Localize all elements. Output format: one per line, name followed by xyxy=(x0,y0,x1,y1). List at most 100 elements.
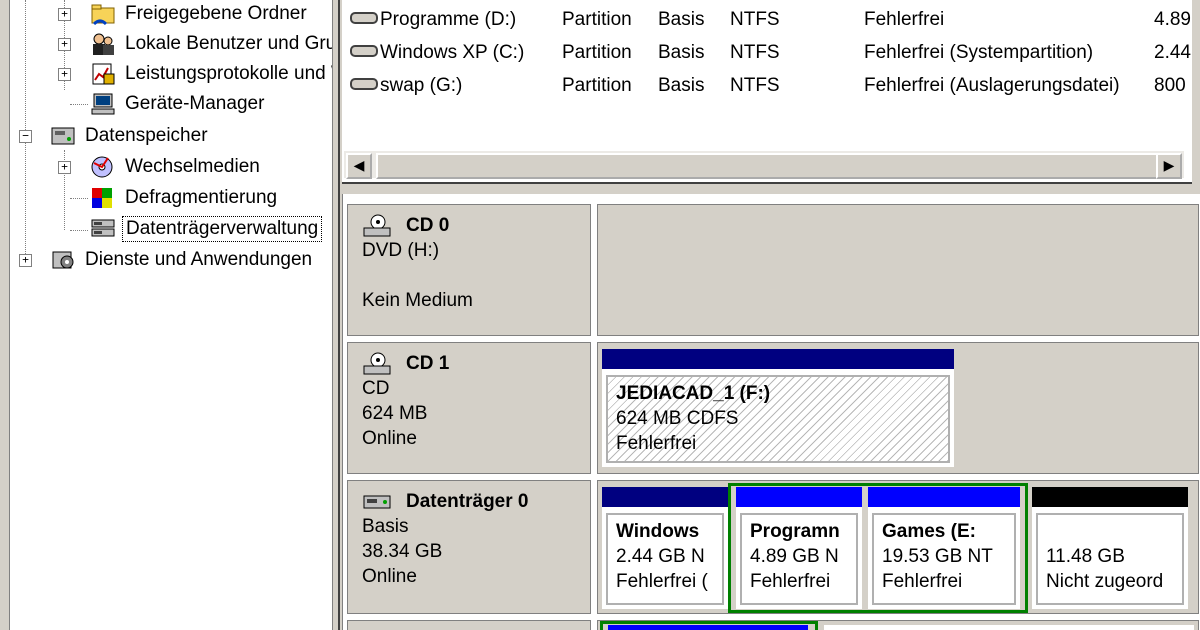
partition-name: Programn xyxy=(750,521,840,542)
tree-item-label: Datenträgerverwaltung xyxy=(122,216,323,242)
volume-name: Programme (D:) xyxy=(380,9,517,30)
volume-row[interactable]: swap (G:) Partition Basis NTFS Fehlerfre… xyxy=(342,71,1192,101)
partition-programme[interactable]: Programn 4.89 GB N Fehlerfrei xyxy=(736,487,862,609)
tree-item-shared-folders[interactable]: Freigegebene Ordner xyxy=(90,0,310,29)
partition-bar xyxy=(736,487,862,507)
disk-type: CD xyxy=(362,378,390,399)
volume-type: Basis xyxy=(658,75,705,96)
tree-item-services[interactable]: Dienste und Anwendungen xyxy=(50,245,315,275)
scroll-right-button[interactable]: ▶ xyxy=(1156,153,1182,179)
volume-type: Basis xyxy=(658,9,705,30)
volume-fs: NTFS xyxy=(730,75,780,96)
disk-row-cd1: CD 1 CD 624 MB Online JEDIACAD_1 (F:) 62… xyxy=(343,342,1200,474)
disk-area: JEDIACAD_1 (F:) 624 MB CDFS Fehlerfrei xyxy=(597,342,1199,474)
disk-size: 624 MB xyxy=(362,403,428,424)
expand-toggle[interactable]: + xyxy=(58,161,71,174)
tree-item-label: Defragmentierung xyxy=(125,187,278,208)
partition-bar xyxy=(868,487,1020,507)
partition-unallocated[interactable]: 11.48 GB Nicht zugeord xyxy=(1032,487,1188,609)
pane-splitter[interactable] xyxy=(342,182,1192,190)
volume-row[interactable]: Programme (D:) Partition Basis NTFS Fehl… xyxy=(342,5,1192,35)
volume-status: Fehlerfrei (Auslagerungsdatei) xyxy=(864,75,1120,96)
scroll-thumb[interactable] xyxy=(376,153,1172,179)
volume-list: Programme (D:) Partition Basis NTFS Fehl… xyxy=(342,0,1192,182)
console-tree: + Freigegebene Ordner + Lokale Benutzer … xyxy=(0,0,333,630)
partition-status: Nicht zugeord xyxy=(1046,571,1164,592)
tree-guide-line xyxy=(70,104,88,105)
tree-item-label: Lokale Benutzer und Gruppen xyxy=(125,33,332,54)
disk-status: Online xyxy=(362,428,417,449)
horizontal-scrollbar[interactable]: ◀ ▶ xyxy=(344,150,1184,179)
expand-toggle[interactable]: + xyxy=(58,68,71,81)
disk-area: Windows 2.44 GB N Fehlerfrei ( Programn … xyxy=(597,480,1199,614)
volume-name: swap (G:) xyxy=(380,75,463,96)
partition-games[interactable]: Games (E: 19.53 GB NT Fehlerfrei xyxy=(868,487,1020,609)
disk-graphical-view: CD 0 DVD (H:) Kein Medium CD 1 CD 624 MB… xyxy=(342,194,1200,630)
defrag-icon xyxy=(90,186,116,210)
disk-label[interactable]: CD 1 CD 624 MB Online xyxy=(347,342,591,474)
tree-item-removable-media[interactable]: Wechselmedien xyxy=(90,152,263,182)
disk-size: 38.34 GB xyxy=(362,541,443,562)
collapse-toggle[interactable]: − xyxy=(19,130,32,143)
tree-item-defrag[interactable]: Defragmentierung xyxy=(90,183,280,213)
tree-item-label: Freigegebene Ordner xyxy=(125,3,307,24)
partition-status: Fehlerfrei xyxy=(750,571,831,592)
expand-toggle[interactable]: + xyxy=(19,254,32,267)
partition-info: 2.44 GB N xyxy=(616,546,705,567)
partition-bar xyxy=(602,487,728,507)
disk-label[interactable]: CD 0 DVD (H:) Kein Medium xyxy=(347,204,591,336)
partition-bar xyxy=(602,349,954,369)
tree-item-device-manager[interactable]: Geräte-Manager xyxy=(90,89,267,119)
drive-icon xyxy=(350,44,378,57)
expand-toggle[interactable]: + xyxy=(58,38,71,51)
disk-name: CD 0 xyxy=(406,215,450,236)
disk-area-empty xyxy=(597,204,1199,336)
disk-row-next xyxy=(343,620,1200,630)
tree-guide-line xyxy=(70,230,88,231)
device-manager-icon xyxy=(90,92,116,116)
volume-status: Fehlerfrei (Systempartition) xyxy=(864,42,1094,63)
scroll-left-button[interactable]: ◀ xyxy=(346,153,372,179)
partition-name: Windows xyxy=(616,521,700,542)
volume-status: Fehlerfrei xyxy=(864,9,945,30)
expand-toggle[interactable]: + xyxy=(58,8,71,21)
storage-icon xyxy=(50,124,76,148)
volume-fs: NTFS xyxy=(730,9,780,30)
disk-type: DVD (H:) xyxy=(362,240,440,261)
disk-row-disk0: Datenträger 0 Basis 38.34 GB Online Wind… xyxy=(343,480,1200,614)
volume-layout: Partition xyxy=(562,42,632,63)
tree-item-storage[interactable]: Datenspeicher xyxy=(50,121,211,151)
tree-item-label: Wechselmedien xyxy=(125,156,260,177)
services-icon xyxy=(50,248,76,272)
partition-name: JEDIACAD_1 (F:) xyxy=(616,383,771,404)
partition-windows[interactable]: Windows 2.44 GB N Fehlerfrei ( xyxy=(602,487,728,609)
performance-log-icon xyxy=(90,62,116,86)
disk-status: Online xyxy=(362,566,417,587)
volume-row[interactable]: Windows XP (C:) Partition Basis NTFS Feh… xyxy=(342,38,1192,68)
drive-icon xyxy=(350,77,378,90)
disk-label[interactable]: Datenträger 0 Basis 38.34 GB Online xyxy=(347,480,591,614)
partition-info: 624 MB CDFS xyxy=(616,408,739,429)
partition-bar xyxy=(824,625,1194,630)
tree-item-performance-logs[interactable]: Leistungsprotokolle und Warnungen xyxy=(90,59,332,89)
volume-type: Basis xyxy=(658,42,705,63)
volume-name: Windows XP (C:) xyxy=(380,42,525,63)
tree-left-edge xyxy=(0,0,10,630)
partition-bar xyxy=(608,625,808,630)
partition-cd1[interactable]: JEDIACAD_1 (F:) 624 MB CDFS Fehlerfrei xyxy=(602,349,954,467)
users-icon xyxy=(90,32,116,56)
cd-drive-icon xyxy=(362,352,392,376)
disk-status: Kein Medium xyxy=(362,290,473,311)
details-pane: Programme (D:) Partition Basis NTFS Fehl… xyxy=(338,0,1200,630)
disk-row-cd0: CD 0 DVD (H:) Kein Medium xyxy=(343,204,1200,336)
volume-layout: Partition xyxy=(562,9,632,30)
partition-bar xyxy=(1032,487,1188,507)
volume-capacity: 800 xyxy=(1154,75,1186,96)
volume-capacity: 4.89 xyxy=(1154,9,1191,30)
disk-type: Basis xyxy=(362,516,409,537)
hard-disk-icon xyxy=(362,490,392,514)
tree-item-label: Dienste und Anwendungen xyxy=(85,249,313,270)
tree-item-disk-management[interactable]: Datenträgerverwaltung xyxy=(90,214,323,244)
tree-item-local-users[interactable]: Lokale Benutzer und Gruppen xyxy=(90,29,332,59)
disk-label[interactable] xyxy=(347,620,591,630)
